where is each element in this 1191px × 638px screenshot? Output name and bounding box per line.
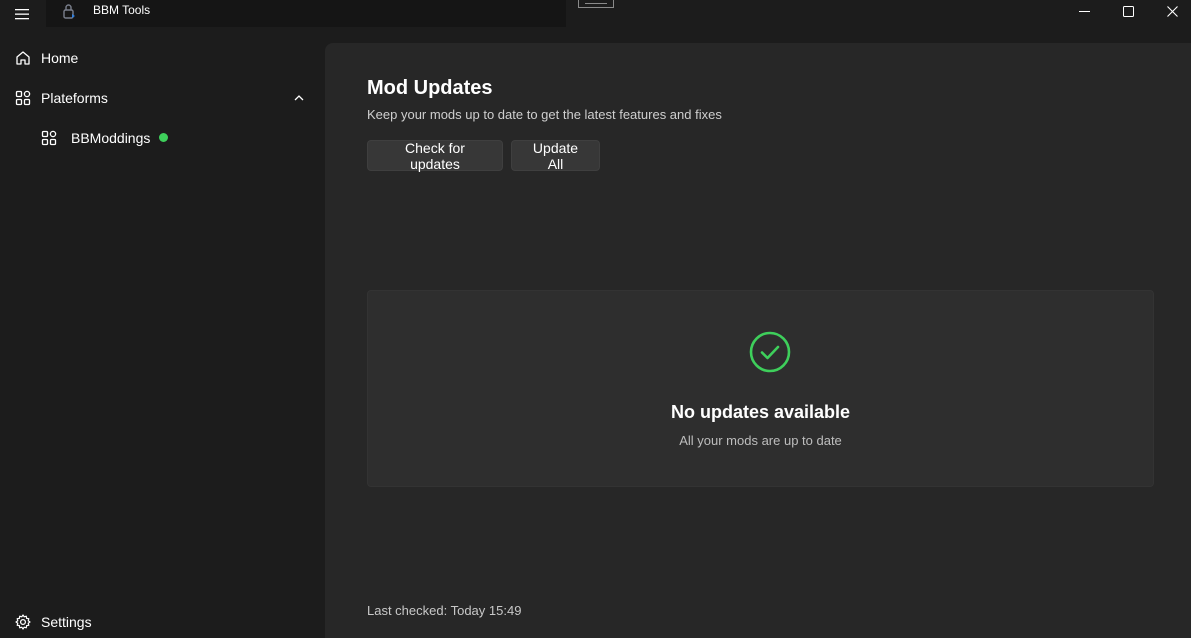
sidebar-item-home[interactable]: Home: [4, 41, 318, 75]
hamburger-icon: [15, 8, 29, 19]
main-content: Mod Updates Keep your mods up to date to…: [325, 43, 1191, 638]
menu-toggle-button[interactable]: [0, 0, 44, 27]
gear-icon: [15, 614, 31, 630]
minimize-icon: [1078, 10, 1090, 12]
close-button[interactable]: [1150, 0, 1191, 22]
sidebar-item-bbmoddings[interactable]: BBModdings: [4, 121, 318, 155]
maximize-button[interactable]: [1106, 0, 1150, 22]
check-for-updates-button[interactable]: Check for updates: [367, 140, 503, 172]
sidebar-item-label: Settings: [41, 614, 92, 630]
update-all-button[interactable]: Update All: [511, 140, 600, 172]
app-logo-icon: [63, 4, 75, 19]
drag-handle[interactable]: [578, 0, 614, 8]
status-dot: [159, 133, 168, 142]
minimize-button[interactable]: [1062, 0, 1106, 22]
last-checked-text: Last checked: Today 15:49: [367, 603, 522, 618]
status-subtitle: All your mods are up to date: [679, 433, 842, 448]
sidebar-item-label: Home: [41, 50, 79, 66]
chevron-up-icon[interactable]: [292, 91, 306, 105]
app-window: BBM Tools Home Plateforms BBModdings Set…: [0, 0, 1191, 638]
sidebar-item-label: Plateforms: [41, 90, 108, 106]
home-icon: [16, 51, 30, 65]
apps-icon: [15, 90, 31, 106]
maximize-icon: [1122, 5, 1134, 17]
sidebar-item-settings[interactable]: Settings: [4, 605, 318, 638]
sidebar: Home Plateforms BBModdings Settings: [0, 27, 325, 638]
check-circle-icon: [749, 331, 791, 373]
page-subtitle: Keep your mods up to date to get the lat…: [367, 107, 722, 122]
title-bar: BBM Tools: [0, 0, 1191, 27]
close-icon: [1166, 5, 1178, 17]
apps-icon: [41, 130, 57, 146]
window-title: BBM Tools: [93, 3, 151, 17]
page-title: Mod Updates: [367, 77, 493, 99]
sidebar-item-label: BBModdings: [71, 130, 151, 146]
status-card: No updates available All your mods are u…: [367, 290, 1154, 487]
status-title: No updates available: [670, 402, 851, 422]
sidebar-item-plateforms[interactable]: Plateforms: [4, 81, 318, 115]
